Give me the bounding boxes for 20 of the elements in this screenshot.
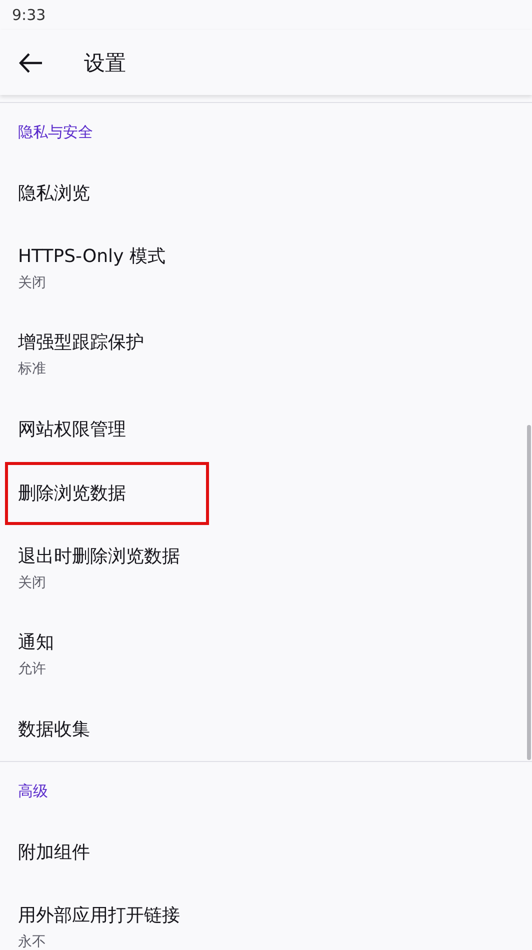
setting-title[interactable]: 隐私浏览 (18, 181, 90, 205)
setting-title[interactable]: 附加组件 (18, 840, 90, 864)
page-title: 设置 (84, 50, 126, 76)
status-time: 9:33 (12, 6, 46, 24)
setting-title[interactable]: 网站权限管理 (18, 417, 126, 441)
setting-title[interactable]: 数据收集 (18, 717, 90, 741)
setting-summary: 允许 (18, 660, 46, 678)
setting-summary: 永不 (18, 933, 46, 950)
setting-summary: 关闭 (18, 274, 46, 292)
setting-title[interactable]: HTTPS-Only 模式 (18, 244, 166, 268)
section-header: 高级 (17, 781, 49, 802)
back-arrow-icon (19, 52, 43, 72)
setting-title[interactable]: 用外部应用打开链接 (18, 903, 180, 927)
setting-title[interactable]: 退出时删除浏览数据 (18, 544, 180, 568)
setting-summary: 标准 (18, 360, 46, 378)
section-header: 隐私与安全 (17, 122, 94, 143)
setting-title[interactable]: 通知 (18, 630, 54, 654)
setting-summary: 关闭 (18, 574, 46, 592)
setting-title[interactable]: 增强型跟踪保护 (18, 330, 144, 354)
highlighted-setting-item[interactable]: 删除浏览数据 (8, 464, 206, 522)
